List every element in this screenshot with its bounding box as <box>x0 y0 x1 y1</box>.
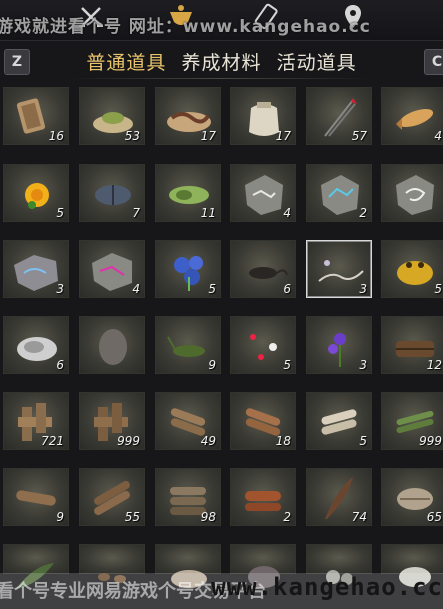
item-quantity: 12 <box>426 358 442 372</box>
inventory-slot[interactable] <box>306 544 372 585</box>
inventory-slot[interactable]: 4 <box>381 87 443 145</box>
inventory-slot[interactable]: 17 <box>230 87 296 145</box>
stone-icon <box>99 329 127 365</box>
watermark-url: www.kangehao.cc <box>211 573 443 601</box>
category-tabs: 普通道具 养成材料 活动道具 <box>0 48 443 75</box>
item-quantity: 17 <box>200 129 216 143</box>
item-quantity: 6 <box>283 282 291 296</box>
inventory-slot[interactable] <box>381 164 443 222</box>
inventory-slot[interactable]: 5 <box>230 316 296 374</box>
inventory-slot[interactable]: 6 <box>3 316 69 374</box>
inventory-slot[interactable]: 5 <box>155 240 221 298</box>
item-quantity: 2 <box>283 510 291 524</box>
inventory-slot[interactable] <box>381 544 443 587</box>
inventory-slot[interactable] <box>79 544 145 583</box>
inventory-slot[interactable]: 5 <box>3 164 69 222</box>
item-quantity: 18 <box>275 434 291 448</box>
inventory-slot[interactable]: 6 <box>230 240 296 298</box>
inventory-slot[interactable]: 57 <box>306 87 372 145</box>
inventory-slot[interactable] <box>155 544 221 588</box>
inventory-slot[interactable]: 9 <box>3 468 69 526</box>
item-quantity: 55 <box>124 510 140 524</box>
item-quantity: 49 <box>200 434 216 448</box>
item-quantity: 5 <box>283 358 291 372</box>
inventory-slot[interactable]: 5 <box>306 392 372 450</box>
item-quantity: 65 <box>426 510 442 524</box>
inventory-slot[interactable]: 721 <box>3 392 69 450</box>
item-quantity: 16 <box>48 129 64 143</box>
tab-materials[interactable]: 养成材料 <box>181 48 261 75</box>
inventory-slot[interactable]: 3 <box>306 316 372 374</box>
inventory-slot[interactable]: 49 <box>155 392 221 450</box>
item-quantity: 5 <box>434 282 442 296</box>
inventory-slot[interactable]: 2 <box>230 468 296 526</box>
inventory-slot[interactable]: 53 <box>79 87 145 145</box>
inventory-slot[interactable]: 999 <box>381 392 443 450</box>
watermark-top: 游戏就进看个号 网址：www.kangehao.cc <box>0 17 371 37</box>
inventory-slot[interactable]: 12 <box>381 316 443 374</box>
inventory-slot[interactable]: 2 <box>306 164 372 222</box>
inventory-slot[interactable]: 999 <box>79 392 145 450</box>
item-quantity: 4 <box>132 282 140 296</box>
inventory-slot[interactable]: 98 <box>155 468 221 526</box>
item-quantity: 6 <box>56 358 64 372</box>
tab-normal-items[interactable]: 普通道具 <box>86 48 166 75</box>
item-quantity: 2 <box>359 206 367 220</box>
item-quantity: 7 <box>132 206 140 220</box>
inventory-slot[interactable]: 16 <box>3 87 69 145</box>
item-quantity: 4 <box>434 129 442 143</box>
item-quantity: 5 <box>56 206 64 220</box>
inventory-slot[interactable] <box>79 316 145 374</box>
inventory-slot[interactable]: 74 <box>306 468 372 526</box>
item-quantity: 17 <box>275 129 291 143</box>
item-quantity: 53 <box>124 129 140 143</box>
item-quantity: 3 <box>359 358 367 372</box>
inventory-slot[interactable]: 4 <box>230 164 296 222</box>
inventory-slot[interactable]: 65 <box>381 468 443 526</box>
item-quantity: 9 <box>208 358 216 372</box>
item-quantity: 721 <box>41 434 64 448</box>
inventory-slot[interactable]: 3 <box>306 240 372 298</box>
item-quantity: 999 <box>419 434 442 448</box>
inventory-slot[interactable]: 5 <box>381 240 443 298</box>
item-quantity: 3 <box>56 282 64 296</box>
inventory-slot[interactable]: 3 <box>3 240 69 298</box>
inventory-slot[interactable]: 17 <box>155 87 221 145</box>
ore-scorpion-icon <box>396 175 434 215</box>
item-quantity: 5 <box>359 434 367 448</box>
item-quantity: 4 <box>283 206 291 220</box>
inventory-slot[interactable]: 11 <box>155 164 221 222</box>
item-quantity: 74 <box>351 510 367 524</box>
tab-event-items[interactable]: 活动道具 <box>277 48 357 75</box>
inventory-slot[interactable]: 18 <box>230 392 296 450</box>
item-quantity: 3 <box>359 282 367 296</box>
item-quantity: 5 <box>208 282 216 296</box>
inventory-slot[interactable]: 4 <box>79 240 145 298</box>
item-quantity: 98 <box>200 510 216 524</box>
inventory-slot[interactable]: 9 <box>155 316 221 374</box>
inventory-slot[interactable] <box>230 544 296 588</box>
item-quantity: 11 <box>200 206 216 220</box>
item-quantity: 9 <box>56 510 64 524</box>
item-quantity: 999 <box>117 434 140 448</box>
item-quantity: 57 <box>351 129 367 143</box>
inventory-slot[interactable]: 7 <box>79 164 145 222</box>
tab-divider <box>70 78 370 79</box>
inventory-slot[interactable]: 55 <box>79 468 145 526</box>
inventory-slot[interactable] <box>3 544 69 589</box>
